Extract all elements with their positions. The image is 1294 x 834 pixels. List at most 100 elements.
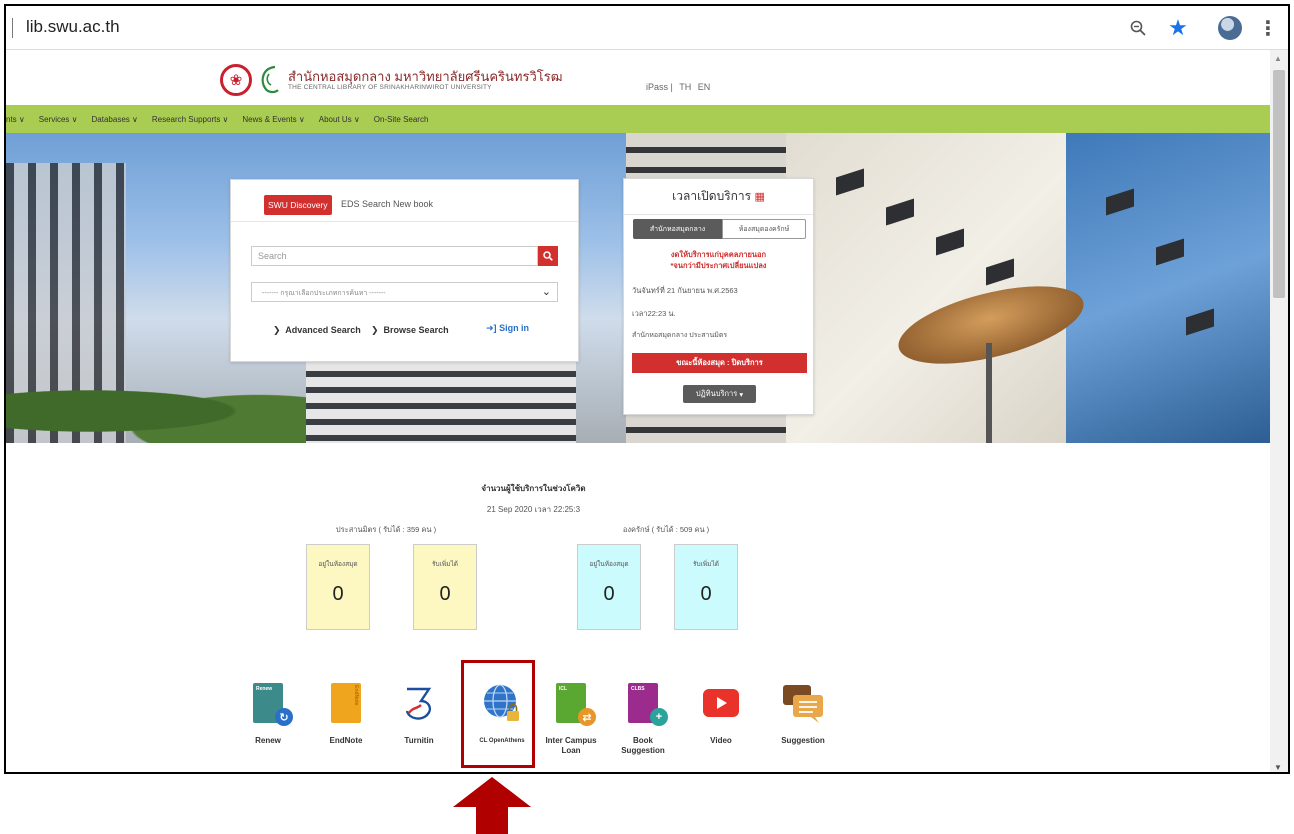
quick-link-label: Renew [255, 736, 281, 745]
stat-card-ongkharak-inside: อยู่ในห้องสมุด 0 [577, 544, 641, 630]
closure-notice-line2: *จนกว่ามีประกาศเปลี่ยนแปลง [670, 261, 767, 270]
quick-link-label: Inter Campus Loan [536, 736, 606, 756]
annotation-arrow-up-icon [453, 777, 531, 834]
nav-item-onsite-search[interactable]: On-Site Search [374, 115, 429, 124]
tab-central-library[interactable]: สำนักหอสมุดกลาง [633, 219, 722, 239]
bookmark-star-icon[interactable]: ★ [1164, 14, 1192, 42]
ongkharak-capacity-label: องครักษ์ ( รับได้ : 509 คน ) [622, 525, 710, 534]
search-type-placeholder: ------- กรุณาเลือกประเภทการค้นหา ------- [262, 290, 386, 297]
logo-english-text: THE CENTRAL LIBRARY OF SRINAKHARINWIROT … [288, 84, 492, 91]
icl-label-line2: Loan [561, 746, 581, 755]
url-text[interactable]: lib.swu.ac.th [26, 17, 120, 37]
nav-item-services[interactable]: Services ∨ [39, 115, 78, 124]
search-type-select[interactable]: ------- กรุณาเลือกประเภทการค้นหา -------… [251, 282, 558, 302]
quick-link-renew[interactable]: Renew ↻ Renew [233, 678, 303, 746]
hours-title: เวลาเปิดบริการ ▦ [624, 187, 813, 215]
main-navbar: nts ∨ Services ∨ Databases ∨ Research Su… [6, 105, 1274, 133]
browse-search-label: Browse Search [383, 325, 449, 335]
lang-en-link[interactable]: EN [698, 82, 711, 92]
calendar-icon: ▦ [754, 191, 765, 203]
service-calendar-button[interactable]: ปฏิทินบริการ ▾ [683, 385, 756, 403]
scroll-thumb[interactable] [1273, 70, 1285, 298]
scroll-up-arrow-icon[interactable]: ▲ [1274, 54, 1282, 63]
browse-search-link[interactable]: ❯ Browse Search [371, 325, 449, 336]
sign-in-link[interactable]: ➜] Sign in [486, 323, 529, 334]
book-suggestion-icon: CLBS + [618, 678, 668, 728]
transfer-badge-icon: ⇄ [578, 708, 596, 726]
quick-link-label: Turnitin [404, 736, 434, 745]
stat-value: 0 [332, 583, 344, 605]
covid-stats-datetime: 21 Sep 2020 เวลา 22:25:3 [486, 505, 581, 514]
nav-item-about-us[interactable]: About Us ∨ [319, 115, 360, 124]
hours-title-text: เวลาเปิดบริการ [672, 189, 752, 203]
sign-in-icon: ➜] [486, 323, 497, 333]
stat-label: รับเพิ่มได้ [693, 561, 719, 568]
icl-label-line1: Inter Campus [545, 736, 597, 745]
opening-hours-panel: เวลาเปิดบริการ ▦ สำนักหอสมุดกลาง ห้องสมุ… [623, 178, 814, 415]
library-status-badge: ขณะนี้ห้องสมุด : ปิดบริการ [632, 353, 807, 373]
advanced-search-label: Advanced Search [285, 325, 361, 335]
quick-link-turnitin[interactable]: Turnitin [384, 678, 454, 746]
profile-avatar-icon[interactable] [1216, 14, 1244, 42]
ipass-link[interactable]: iPass | [646, 82, 673, 92]
quick-link-label: Video [710, 736, 732, 745]
clbs-tag: CLBS [631, 686, 645, 692]
lang-th-link[interactable]: TH [679, 82, 691, 92]
stat-value: 0 [603, 583, 615, 605]
library-logo[interactable]: ❀ สำนักหอสมุดกลาง มหาวิทยาลัยศรีนครินทรว… [220, 62, 562, 102]
quick-link-label: Suggestion [781, 736, 825, 745]
address-bar[interactable]: lib.swu.ac.th ★ ⋮ [6, 6, 1288, 50]
quick-link-book-suggestion[interactable]: CLBS + Book Suggestion [608, 678, 678, 756]
search-button[interactable] [538, 246, 558, 266]
refresh-badge-icon: ↻ [275, 708, 293, 726]
scroll-down-arrow-icon[interactable]: ▼ [1274, 763, 1282, 772]
caret-down-icon: ▾ [739, 389, 744, 399]
library-homepage: ❀ สำนักหอสมุดกลาง มหาวิทยาลัยศรีนครินทรว… [6, 50, 1274, 772]
stat-value: 0 [700, 583, 712, 605]
quick-link-endnote[interactable]: EndNote EndNote [311, 678, 381, 746]
nav-item-truncated[interactable]: nts ∨ [6, 115, 25, 124]
browser-window: lib.swu.ac.th ★ ⋮ ❀ สำนักหอสมุดกลาง มหาว… [4, 4, 1290, 774]
nav-item-research-supports[interactable]: Research Supports ∨ [152, 115, 229, 124]
plus-badge-icon: + [650, 708, 668, 726]
book-label-line2: Suggestion [621, 746, 665, 755]
vertical-scrollbar[interactable]: ▲ ▼ [1270, 50, 1288, 772]
search-input[interactable]: Search [251, 246, 538, 266]
video-play-icon [696, 678, 746, 728]
top-links: iPass | TH EN [646, 82, 714, 92]
service-calendar-label: ปฏิทินบริการ [695, 389, 738, 398]
tab-new-book[interactable]: New book [393, 199, 433, 209]
openathens-highlight-box [461, 660, 535, 768]
quick-link-suggestion[interactable]: Suggestion [768, 678, 838, 746]
endnote-book-shape: EndNote [331, 683, 361, 723]
speech-bubbles-icon [783, 685, 823, 723]
tab-ongkharak-library[interactable]: ห้องสมุดองครักษ์ [722, 219, 806, 239]
turnitin-logo-icon [405, 687, 432, 720]
tab-swu-discovery[interactable]: SWU Discovery [264, 195, 332, 215]
advanced-search-link[interactable]: ❯ Advanced Search [273, 325, 361, 336]
nav-item-news-events[interactable]: News & Events ∨ [242, 115, 304, 124]
quick-link-video[interactable]: Video [686, 678, 756, 746]
renew-tag: Renew [256, 686, 273, 692]
turnitin-icon [394, 678, 444, 728]
sculpture-pole [986, 343, 992, 443]
search-panel: SWU Discovery EDS Search New book Search… [230, 179, 579, 362]
quick-link-inter-campus-loan[interactable]: ICL ⇄ Inter Campus Loan [536, 678, 606, 756]
stat-card-prasarnmit-inside: อยู่ในห้องสมุด 0 [306, 544, 370, 630]
nav-item-databases[interactable]: Databases ∨ [92, 115, 138, 124]
sign-in-label: Sign in [499, 323, 530, 333]
stat-card-prasarnmit-available: รับเพิ่มได้ 0 [413, 544, 477, 630]
quick-link-label: EndNote [329, 736, 363, 745]
endnote-icon: EndNote [321, 678, 371, 728]
endnote-tag: EndNote [353, 685, 359, 706]
stat-label: อยู่ในห้องสมุด [589, 561, 629, 568]
icl-icon: ICL ⇄ [546, 678, 596, 728]
university-seal-icon: ❀ [220, 64, 252, 96]
renew-icon: Renew ↻ [243, 678, 293, 728]
zoom-icon[interactable] [1124, 14, 1152, 42]
tab-eds-search[interactable]: EDS Search [341, 199, 391, 209]
icl-tag: ICL [559, 686, 568, 692]
browser-menu-icon[interactable]: ⋮ [1254, 14, 1282, 42]
stat-value: 0 [439, 583, 451, 605]
stat-label: อยู่ในห้องสมุด [318, 561, 358, 568]
